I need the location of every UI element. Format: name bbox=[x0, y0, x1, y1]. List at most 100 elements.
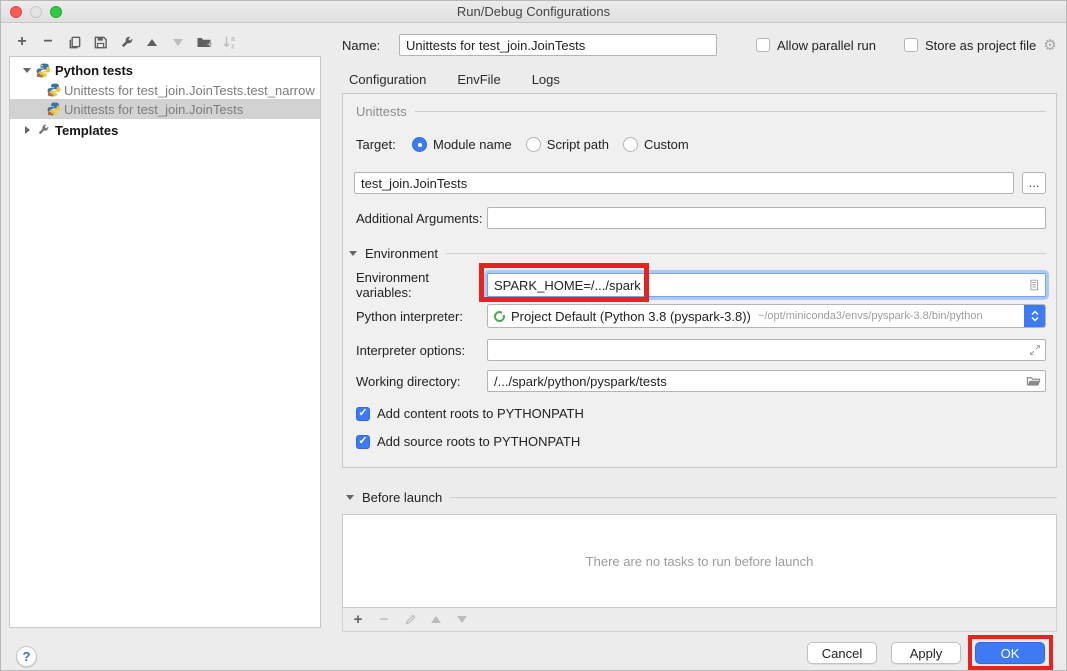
minimize-window-button bbox=[30, 6, 42, 18]
environment-variables-label: Environment variables: bbox=[356, 270, 487, 300]
cancel-button[interactable]: Cancel bbox=[807, 642, 877, 664]
close-window-button[interactable] bbox=[10, 6, 22, 18]
python-interpreter-path: ~/opt/miniconda3/envs/pyspark-3.8/bin/py… bbox=[758, 310, 983, 322]
tab-envfile[interactable]: EnvFile bbox=[456, 68, 501, 96]
environment-section-separator: Environment bbox=[349, 246, 1046, 261]
collapse-arrow-icon[interactable] bbox=[20, 68, 34, 73]
name-label: Name: bbox=[342, 38, 399, 53]
working-directory-label: Working directory: bbox=[356, 374, 487, 389]
move-up-icon[interactable] bbox=[144, 34, 160, 50]
before-launch-collapse-icon[interactable] bbox=[346, 495, 354, 500]
working-directory-input[interactable] bbox=[487, 370, 1046, 392]
edit-templates-icon[interactable] bbox=[118, 34, 134, 50]
tree-item-jointests-selected[interactable]: Unittests for test_join.JoinTests bbox=[10, 99, 320, 119]
edit-task-icon bbox=[402, 612, 418, 628]
browse-folder-icon[interactable] bbox=[1026, 375, 1041, 388]
tab-configuration[interactable]: Configuration bbox=[348, 68, 427, 96]
tree-item-label[interactable]: Unittests for test_join.JoinTests.test_n… bbox=[64, 83, 315, 98]
configuration-tabs: Configuration EnvFile Logs bbox=[348, 68, 561, 96]
interpreter-options-input[interactable] bbox=[487, 339, 1046, 361]
python-interpreter-select[interactable]: Project Default (Python 3.8 (pyspark-3.8… bbox=[487, 304, 1046, 328]
before-launch-task-list: There are no tasks to run before launch bbox=[342, 514, 1057, 608]
environment-variables-row: Environment variables: bbox=[356, 270, 1046, 300]
source-roots-checkbox[interactable]: ✓ bbox=[356, 435, 370, 449]
run-debug-configurations-dialog: Run/Debug Configurations + − az Pytho bbox=[0, 0, 1067, 671]
store-options-gear-icon[interactable]: ⚙ bbox=[1043, 36, 1056, 54]
module-name-label: Module name bbox=[433, 137, 512, 152]
allow-parallel-run-checkbox[interactable] bbox=[756, 38, 770, 52]
before-launch-empty-message: There are no tasks to run before launch bbox=[586, 554, 814, 569]
interpreter-options-row: Interpreter options: bbox=[356, 339, 1046, 361]
custom-radio[interactable] bbox=[623, 137, 638, 152]
content-roots-label: Add content roots to PYTHONPATH bbox=[377, 406, 584, 421]
store-as-project-file-checkbox[interactable] bbox=[904, 38, 918, 52]
script-path-radio[interactable] bbox=[526, 137, 541, 152]
name-row: Name: Allow parallel run Store as projec… bbox=[342, 33, 1057, 57]
python-interpreter-label: Python interpreter: bbox=[356, 309, 487, 324]
move-down-icon bbox=[170, 34, 186, 50]
store-as-project-file-option[interactable]: Store as project file bbox=[904, 38, 1036, 53]
apply-button[interactable]: Apply bbox=[891, 642, 961, 664]
templates-wrench-icon bbox=[34, 123, 52, 137]
ok-button[interactable]: OK bbox=[975, 642, 1045, 664]
interpreter-options-label: Interpreter options: bbox=[356, 343, 487, 358]
title-bar: Run/Debug Configurations bbox=[1, 1, 1066, 23]
environment-collapse-icon[interactable] bbox=[349, 251, 357, 256]
environment-section-label: Environment bbox=[365, 246, 438, 261]
python-interpreter-value: Project Default (Python 3.8 (pyspark-3.8… bbox=[511, 309, 751, 324]
source-roots-option[interactable]: ✓ Add source roots to PYTHONPATH bbox=[356, 434, 580, 449]
save-configuration-icon[interactable] bbox=[92, 34, 108, 50]
target-option-custom[interactable]: Custom bbox=[623, 137, 689, 152]
tree-item-label[interactable]: Unittests for test_join.JoinTests bbox=[64, 102, 243, 117]
add-task-icon[interactable]: + bbox=[350, 612, 366, 628]
tree-item-label[interactable]: Python tests bbox=[55, 63, 133, 78]
move-task-down-icon bbox=[454, 612, 470, 628]
script-path-label: Script path bbox=[547, 137, 609, 152]
target-value-input[interactable] bbox=[354, 172, 1014, 194]
configuration-panel: Unittests Target: Module name Script pat… bbox=[342, 93, 1057, 468]
content-roots-checkbox[interactable]: ✓ bbox=[356, 407, 370, 421]
additional-arguments-label: Additional Arguments: bbox=[356, 211, 487, 226]
sort-configurations-icon: az bbox=[222, 34, 238, 50]
content-roots-option[interactable]: ✓ Add content roots to PYTHONPATH bbox=[356, 406, 584, 421]
tree-item-test-narrow[interactable]: Unittests for test_join.JoinTests.test_n… bbox=[10, 80, 320, 100]
conda-env-icon bbox=[494, 311, 505, 322]
new-folder-icon[interactable] bbox=[196, 34, 212, 50]
add-configuration-icon[interactable]: + bbox=[14, 34, 30, 50]
python-test-icon bbox=[46, 102, 61, 116]
help-button[interactable]: ? bbox=[16, 646, 37, 667]
before-launch-toolbar: + − bbox=[342, 608, 1057, 632]
python-interpreter-row: Python interpreter: Project Default (Pyt… bbox=[356, 304, 1046, 328]
target-row: Target: Module name Script path Custom bbox=[356, 137, 1046, 152]
tree-item-label[interactable]: Templates bbox=[55, 123, 118, 138]
tree-item-templates[interactable]: Templates bbox=[10, 120, 320, 140]
name-input[interactable] bbox=[399, 34, 717, 56]
configurations-toolbar: + − az bbox=[14, 34, 238, 50]
working-directory-row: Working directory: bbox=[356, 370, 1046, 392]
module-name-radio[interactable] bbox=[412, 137, 427, 152]
interpreter-dropdown-button[interactable] bbox=[1024, 304, 1045, 328]
copy-configuration-icon[interactable] bbox=[66, 34, 82, 50]
environment-variables-input[interactable] bbox=[487, 273, 1046, 297]
python-tests-icon bbox=[34, 63, 52, 78]
expand-field-icon[interactable] bbox=[1029, 344, 1041, 356]
allow-parallel-run-option[interactable]: Allow parallel run bbox=[756, 38, 876, 53]
additional-arguments-row: Additional Arguments: bbox=[356, 207, 1046, 229]
tree-item-python-tests[interactable]: Python tests bbox=[10, 60, 320, 80]
browse-env-vars-icon[interactable] bbox=[1027, 278, 1041, 292]
additional-arguments-input[interactable] bbox=[487, 207, 1046, 229]
expand-arrow-icon[interactable] bbox=[20, 126, 34, 134]
move-task-up-icon bbox=[428, 612, 444, 628]
zoom-window-button[interactable] bbox=[50, 6, 62, 18]
target-option-script-path[interactable]: Script path bbox=[526, 137, 609, 152]
browse-target-button[interactable]: ... bbox=[1022, 172, 1046, 194]
allow-parallel-run-label: Allow parallel run bbox=[777, 38, 876, 53]
remove-configuration-icon[interactable]: − bbox=[40, 34, 56, 50]
before-launch-section: Before launch bbox=[346, 490, 1057, 505]
remove-task-icon: − bbox=[376, 612, 392, 628]
target-option-module-name[interactable]: Module name bbox=[412, 137, 512, 152]
before-launch-label: Before launch bbox=[362, 490, 442, 505]
target-label: Target: bbox=[356, 137, 412, 152]
configurations-tree: Python tests Unittests for test_join.Joi… bbox=[9, 56, 321, 628]
tab-logs[interactable]: Logs bbox=[531, 68, 561, 96]
